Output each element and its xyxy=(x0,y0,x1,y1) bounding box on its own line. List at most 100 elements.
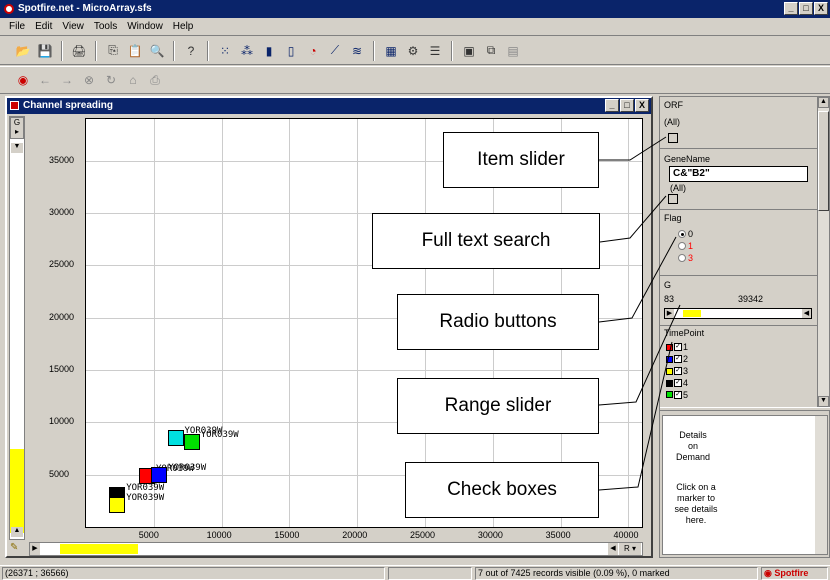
timepoint-checkbox-2[interactable]: ✓ 2 xyxy=(666,354,688,364)
color-swatch xyxy=(666,391,673,398)
scatter-marker[interactable] xyxy=(109,497,126,514)
timepoint-checkbox-5[interactable]: ✓ 5 xyxy=(666,390,688,399)
x-tick-label: 20000 xyxy=(342,530,368,540)
maximize-button[interactable]: □ xyxy=(799,2,813,15)
checkbox[interactable]: ✓ xyxy=(674,379,682,387)
details-scrollbar[interactable] xyxy=(815,416,827,554)
menu-window[interactable]: Window xyxy=(127,21,163,32)
scatter-marker[interactable] xyxy=(183,434,200,451)
scroll-down-arrow-icon[interactable]: ▼ xyxy=(818,396,829,407)
print-web-icon[interactable]: ⎙ xyxy=(146,72,164,88)
spotfire-home-icon[interactable]: ◉ xyxy=(14,72,32,88)
scatter-marker[interactable] xyxy=(151,466,168,483)
marker-label: YOR039W xyxy=(126,482,165,493)
chart-minimize-button[interactable]: _ xyxy=(605,99,619,112)
radio-button[interactable] xyxy=(678,254,686,262)
scroll-down-arrow-icon[interactable]: ▼ xyxy=(11,143,23,153)
bar-chart-icon[interactable]: ▮ xyxy=(260,43,278,59)
profile-chart-icon[interactable]: ≋ xyxy=(348,43,366,59)
back-arrow-icon[interactable]: ← xyxy=(36,72,54,88)
flag-radio-1[interactable]: 1 xyxy=(678,241,693,251)
paste-icon[interactable]: 📋 xyxy=(126,43,144,59)
scatter-plot-icon[interactable]: ⁙ xyxy=(216,43,234,59)
g-range-slider[interactable]: ▶ ◀ xyxy=(664,308,812,319)
g-range-thumb[interactable] xyxy=(683,310,701,317)
details-hint-line: here. xyxy=(685,515,707,525)
toolbar-separator xyxy=(207,40,209,61)
radio-button[interactable] xyxy=(678,242,686,250)
x-tick-label: 10000 xyxy=(206,530,232,540)
checkbox[interactable]: ✓ xyxy=(674,390,682,399)
main-toolbar: 📂 💾 🖨 ⎘ 📋 🔍 ? ⁙ ⁂ ▮ ▯ ◔ ⟋ ≋ ▦ ⚙ ☰ ▣ ⧉ ▤ xyxy=(0,37,830,65)
spotfire-brand-badge: ◉ Spotfire xyxy=(761,567,828,580)
chart-maximize-button[interactable]: □ xyxy=(620,99,634,112)
timepoint-checkbox-3[interactable]: ✓ 3 xyxy=(666,366,688,376)
status-bar: (26371 ; 36566) 7 out of 7425 records vi… xyxy=(0,565,830,580)
range-left-arrow-icon[interactable]: ▶ xyxy=(665,309,674,318)
properties-icon[interactable]: ⚙ xyxy=(404,43,422,59)
cascade-icon[interactable]: ⧉ xyxy=(482,43,500,59)
checkbox[interactable]: ✓ xyxy=(674,343,682,351)
pane-splitter[interactable] xyxy=(660,407,830,411)
chart-close-button[interactable]: X xyxy=(635,99,649,112)
callout-range-slider: Range slider xyxy=(397,378,599,434)
window-icon[interactable]: ▣ xyxy=(460,43,478,59)
3d-scatter-icon[interactable]: ⁂ xyxy=(238,43,256,59)
menu-tools[interactable]: Tools xyxy=(94,21,117,32)
scroll-up-arrow-icon[interactable]: ▲ xyxy=(818,97,829,108)
flag-radio-0[interactable]: 0 xyxy=(678,229,693,239)
stacked-bar-icon[interactable]: ▯ xyxy=(282,43,300,59)
menu-help[interactable]: Help xyxy=(173,21,194,32)
x-axis-selector-button[interactable]: R ▾ xyxy=(619,543,641,555)
scrollbar-thumb[interactable] xyxy=(818,111,829,211)
y-range-thumb[interactable] xyxy=(10,449,24,533)
x-tick-label: 30000 xyxy=(477,530,503,540)
color-swatch xyxy=(666,379,673,387)
range-right-arrow-icon[interactable]: ◀ xyxy=(802,309,811,318)
flag-radio-3[interactable]: 3 xyxy=(678,253,693,263)
details-title-line: on xyxy=(687,441,698,451)
save-icon[interactable]: 💾 xyxy=(36,43,54,59)
minimize-button[interactable]: _ xyxy=(784,2,798,15)
radio-button[interactable] xyxy=(678,230,686,238)
marker-label: YOR039W xyxy=(126,493,165,504)
table-icon[interactable]: ▦ xyxy=(382,43,400,59)
print-icon[interactable]: 🖨 xyxy=(70,43,88,59)
query-panel-scrollbar[interactable]: ▲ ▼ xyxy=(817,97,829,407)
orf-item-slider-handle[interactable] xyxy=(668,133,678,143)
home-icon[interactable]: ⌂ xyxy=(124,72,142,88)
find-icon[interactable]: 🔍 xyxy=(148,43,166,59)
x-range-thumb[interactable] xyxy=(60,544,138,554)
timepoint-checkbox-1[interactable]: ✓ 1 xyxy=(666,342,688,352)
menu-edit[interactable]: Edit xyxy=(35,21,52,32)
orf-label: ORF xyxy=(664,100,683,110)
menu-view[interactable]: View xyxy=(62,21,84,32)
help-pointer-icon[interactable]: ? xyxy=(182,43,200,59)
chart-window-title-bar: Channel spreading _ □ X xyxy=(7,98,651,114)
checkbox[interactable]: ✓ xyxy=(674,355,682,363)
refresh-icon[interactable]: ↻ xyxy=(102,72,120,88)
x-axis-range-slider[interactable]: ▶ ◀ R ▾ xyxy=(29,542,643,556)
y-axis-selector-button[interactable]: G ▸ xyxy=(10,117,24,139)
menu-file[interactable]: File xyxy=(9,21,25,32)
genename-search-input[interactable]: C&"B2" xyxy=(669,166,808,182)
tile-icon[interactable]: ▤ xyxy=(504,43,522,59)
pie-chart-icon[interactable]: ◔ xyxy=(304,43,322,59)
open-icon[interactable]: 📂 xyxy=(14,43,32,59)
close-button[interactable]: X xyxy=(814,2,828,15)
y-axis-range-slider[interactable]: G ▸ ▼ ▲ xyxy=(9,116,25,540)
timepoint-checkbox-4[interactable]: ✓ 4 xyxy=(666,378,688,388)
copy-icon[interactable]: ⎘ xyxy=(104,43,122,59)
scroll-right-arrow-icon[interactable]: ◀ xyxy=(608,543,618,555)
scroll-up-arrow-icon[interactable]: ▲ xyxy=(11,527,23,537)
scatter-marker[interactable] xyxy=(167,430,184,447)
scroll-left-arrow-icon[interactable]: ▶ xyxy=(30,543,40,555)
forward-arrow-icon[interactable]: → xyxy=(58,72,76,88)
checkbox[interactable]: ✓ xyxy=(674,367,682,375)
list-icon[interactable]: ☰ xyxy=(426,43,444,59)
genename-item-slider-handle[interactable] xyxy=(668,194,678,204)
stop-icon[interactable]: ⊗ xyxy=(80,72,98,88)
toolbar-separator xyxy=(61,40,63,61)
line-chart-icon[interactable]: ⟋ xyxy=(326,43,344,59)
details-hint-line: marker to xyxy=(676,493,715,503)
